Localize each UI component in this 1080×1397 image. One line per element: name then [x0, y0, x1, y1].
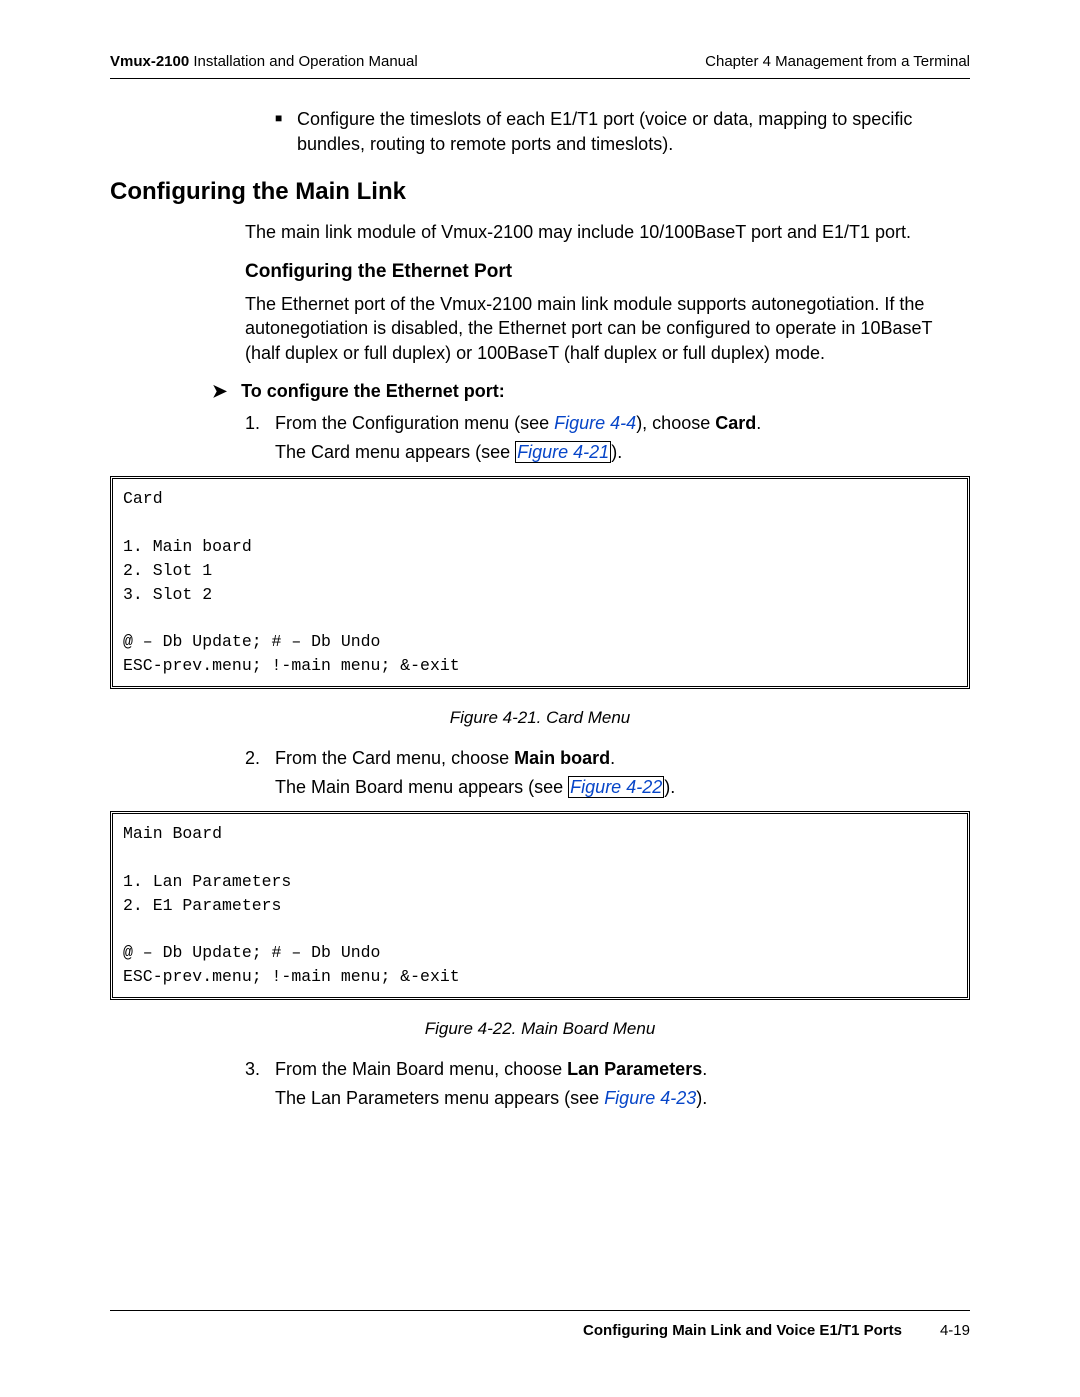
- page: Vmux-2100 Installation and Operation Man…: [0, 0, 1080, 1397]
- procedure-label: To configure the Ethernet port:: [241, 379, 505, 403]
- procedure-title: ➤ To configure the Ethernet port:: [212, 379, 970, 403]
- figure-link[interactable]: Figure 4-4: [554, 413, 636, 433]
- header-right: Chapter 4 Management from a Terminal: [705, 52, 970, 72]
- step-2-result: The Main Board menu appears (see Figure …: [275, 775, 970, 799]
- step-3: 3. From the Main Board menu, choose Lan …: [245, 1057, 970, 1081]
- section-heading: Configuring the Main Link: [110, 176, 970, 208]
- step-text: From the Configuration menu (see Figure …: [275, 411, 970, 435]
- step-text: From the Card menu, choose Main board.: [275, 746, 970, 770]
- step-number: 2.: [245, 746, 275, 770]
- step-number: 3.: [245, 1057, 275, 1081]
- bullet-text: Configure the timeslots of each E1/T1 po…: [297, 107, 970, 156]
- step-text: From the Main Board menu, choose Lan Par…: [275, 1057, 970, 1081]
- card-menu-code: Card 1. Main board 2. Slot 1 3. Slot 2 @…: [110, 476, 970, 689]
- doc-title: Installation and Operation Manual: [193, 53, 417, 70]
- step-2: 2. From the Card menu, choose Main board…: [245, 746, 970, 770]
- step-1-result: The Card menu appears (see Figure 4-21).: [275, 440, 970, 464]
- subsection-text: The Ethernet port of the Vmux-2100 main …: [245, 292, 970, 365]
- arrow-icon: ➤: [212, 379, 227, 403]
- page-footer: Configuring Main Link and Voice E1/T1 Po…: [110, 1310, 970, 1341]
- bullet-icon: ■: [275, 107, 297, 156]
- mainboard-menu-code: Main Board 1. Lan Parameters 2. E1 Param…: [110, 811, 970, 1000]
- footer-section: Configuring Main Link and Voice E1/T1 Po…: [583, 1321, 902, 1341]
- intro-bullet: ■ Configure the timeslots of each E1/T1 …: [275, 107, 970, 156]
- figure-link[interactable]: Figure 4-23: [604, 1088, 696, 1108]
- step-number: 1.: [245, 411, 275, 435]
- step-3-result: The Lan Parameters menu appears (see Fig…: [275, 1086, 970, 1110]
- figure-caption-22: Figure 4-22. Main Board Menu: [110, 1018, 970, 1041]
- page-header: Vmux-2100 Installation and Operation Man…: [110, 52, 970, 79]
- header-left: Vmux-2100 Installation and Operation Man…: [110, 52, 418, 72]
- footer-page-number: 4-19: [940, 1321, 970, 1341]
- product-name: Vmux-2100: [110, 53, 189, 70]
- figure-link[interactable]: Figure 4-22: [568, 776, 664, 798]
- figure-link[interactable]: Figure 4-21: [515, 441, 611, 463]
- subsection-heading: Configuring the Ethernet Port: [245, 259, 970, 285]
- step-1: 1. From the Configuration menu (see Figu…: [245, 411, 970, 435]
- figure-caption-21: Figure 4-21. Card Menu: [110, 707, 970, 730]
- section-intro: The main link module of Vmux-2100 may in…: [245, 220, 970, 244]
